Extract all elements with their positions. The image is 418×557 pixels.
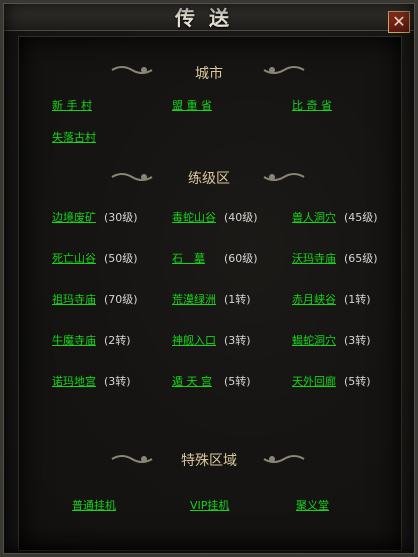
level-requirement: (40级) — [224, 211, 258, 224]
level-requirement: (70级) — [104, 293, 138, 306]
level-requirement: (1转) — [224, 293, 251, 306]
map-link[interactable]: 毒蛇山谷 — [172, 209, 216, 225]
map-link[interactable]: 遁 天 宫 — [172, 373, 212, 389]
teleport-window: 传送 ✕ 城市 新 手 村 盟 重 省 比 奇 省 失落古村 练级区 边境废矿 … — [0, 0, 418, 557]
section-title-special: 特殊区域 — [181, 453, 237, 469]
ornament-right-icon — [263, 66, 305, 74]
map-link[interactable]: 牛魔寺庙 — [52, 332, 96, 348]
level-requirement: (3转) — [104, 375, 131, 388]
map-link[interactable]: 祖玛寺庙 — [52, 291, 96, 307]
level-requirement: (50级) — [104, 252, 138, 265]
level-requirement: (2转) — [104, 334, 131, 347]
map-link[interactable]: 天外回廊 — [292, 373, 336, 389]
city-link[interactable]: 比 奇 省 — [292, 97, 332, 113]
close-icon[interactable]: ✕ — [388, 11, 410, 33]
map-link[interactable]: 荒漠绿洲 — [172, 291, 216, 307]
level-requirement: (1转) — [344, 293, 371, 306]
map-link[interactable]: 兽人洞穴 — [292, 209, 336, 225]
city-link[interactable]: 失落古村 — [52, 129, 96, 145]
city-link[interactable]: 盟 重 省 — [172, 97, 212, 113]
level-requirement: (3转) — [224, 334, 251, 347]
ornament-right-icon — [263, 173, 305, 181]
title-bar: 传送 ✕ — [0, 0, 418, 33]
window-title: 传送 — [175, 6, 243, 30]
level-requirement: (5转) — [224, 375, 251, 388]
level-requirement: (5转) — [344, 375, 371, 388]
map-link[interactable]: 蝎蛇洞穴 — [292, 332, 336, 348]
level-requirement: (45级) — [344, 211, 378, 224]
special-link[interactable]: 普通挂机 — [72, 497, 116, 513]
map-link[interactable]: 诺玛地宫 — [52, 373, 96, 389]
map-link[interactable]: 死亡山谷 — [52, 250, 96, 266]
map-link[interactable]: 沃玛寺庙 — [292, 250, 336, 266]
level-requirement: (60级) — [224, 252, 258, 265]
level-requirement: (65级) — [344, 252, 378, 265]
section-title-city: 城市 — [195, 66, 223, 82]
ornament-right-icon — [263, 455, 305, 463]
section-title-training: 练级区 — [188, 171, 230, 187]
level-requirement: (30级) — [104, 211, 138, 224]
city-link[interactable]: 新 手 村 — [52, 97, 92, 113]
special-link[interactable]: VIP挂机 — [190, 497, 229, 513]
map-link[interactable]: 赤月峡谷 — [292, 291, 336, 307]
map-link[interactable]: 边境废矿 — [52, 209, 96, 225]
level-requirement: (3转) — [344, 334, 371, 347]
map-link[interactable]: 石 墓 — [172, 250, 205, 266]
map-link[interactable]: 神舰入口 — [172, 332, 216, 348]
special-link[interactable]: 聚义堂 — [296, 497, 329, 513]
